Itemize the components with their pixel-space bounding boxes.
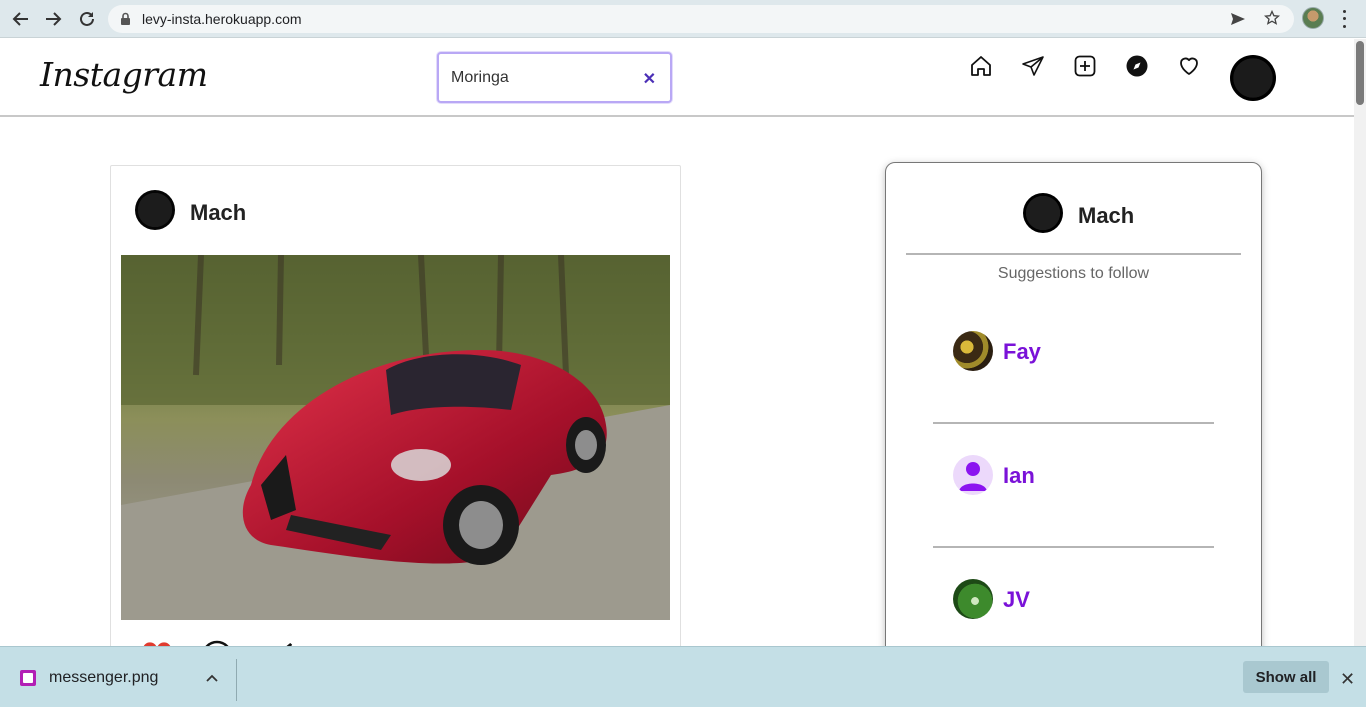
lock-icon <box>120 12 131 31</box>
kebab-menu-icon[interactable] <box>1336 8 1352 30</box>
suggestion-avatar[interactable] <box>953 579 993 619</box>
explore-icon[interactable] <box>1125 54 1149 78</box>
clear-search-icon[interactable]: ✕ <box>643 69 656 89</box>
suggestion-item[interactable]: JV <box>953 579 1193 619</box>
heart-icon[interactable] <box>1177 54 1201 78</box>
star-icon[interactable] <box>1263 9 1281 31</box>
page-scrollbar[interactable] <box>1354 39 1366 646</box>
show-all-button[interactable]: Show all <box>1243 661 1329 693</box>
profile-avatar[interactable] <box>1230 55 1276 101</box>
home-icon[interactable] <box>969 54 993 78</box>
current-user-avatar[interactable] <box>1023 193 1063 233</box>
send-icon[interactable] <box>1230 11 1246 32</box>
downloads-bar: messenger.png Show all ✕ <box>0 646 1366 707</box>
reload-icon[interactable] <box>74 7 100 31</box>
divider <box>236 659 237 701</box>
divider <box>933 422 1214 424</box>
back-icon[interactable] <box>8 7 34 31</box>
user-placeholder-icon[interactable] <box>953 455 993 495</box>
chevron-up-icon[interactable] <box>205 671 219 690</box>
instagram-logo[interactable]: Instagram <box>40 55 208 94</box>
page: Instagram ✕ Mach <box>0 39 1354 646</box>
top-navbar: Instagram ✕ <box>0 39 1354 117</box>
suggestion-name[interactable]: Ian <box>1003 463 1035 489</box>
url-text: levy-insta.herokuapp.com <box>142 11 302 27</box>
post-author-name[interactable]: Mach <box>190 200 246 226</box>
current-user-name[interactable]: Mach <box>1078 203 1134 229</box>
post-card: Mach <box>110 165 681 646</box>
close-icon[interactable]: ✕ <box>1340 669 1355 690</box>
suggestion-item[interactable]: Fay <box>953 331 1193 371</box>
forward-icon[interactable] <box>40 7 66 31</box>
suggestion-avatar[interactable] <box>953 331 993 371</box>
suggestion-name[interactable]: Fay <box>1003 339 1041 365</box>
add-post-icon[interactable] <box>1073 54 1097 78</box>
suggestions-panel: Mach Suggestions to follow Fay Ian JV <box>885 162 1262 646</box>
send-icon[interactable] <box>1021 54 1045 78</box>
scrollbar-thumb[interactable] <box>1356 41 1364 105</box>
address-bar[interactable]: levy-insta.herokuapp.com <box>108 5 1294 33</box>
suggestion-item[interactable]: Ian <box>953 455 1193 495</box>
suggestion-name[interactable]: JV <box>1003 587 1030 613</box>
browser-profile-avatar[interactable] <box>1302 7 1324 29</box>
image-file-icon <box>20 670 36 686</box>
divider <box>933 546 1214 548</box>
post-author-avatar[interactable] <box>135 190 175 230</box>
search-box[interactable]: ✕ <box>437 52 672 103</box>
browser-toolbar: levy-insta.herokuapp.com <box>0 0 1366 38</box>
post-image[interactable] <box>121 255 670 620</box>
suggestions-heading: Suggestions to follow <box>997 265 1150 282</box>
divider <box>906 253 1241 255</box>
download-file-name[interactable]: messenger.png <box>49 669 158 687</box>
search-input[interactable] <box>451 66 631 90</box>
